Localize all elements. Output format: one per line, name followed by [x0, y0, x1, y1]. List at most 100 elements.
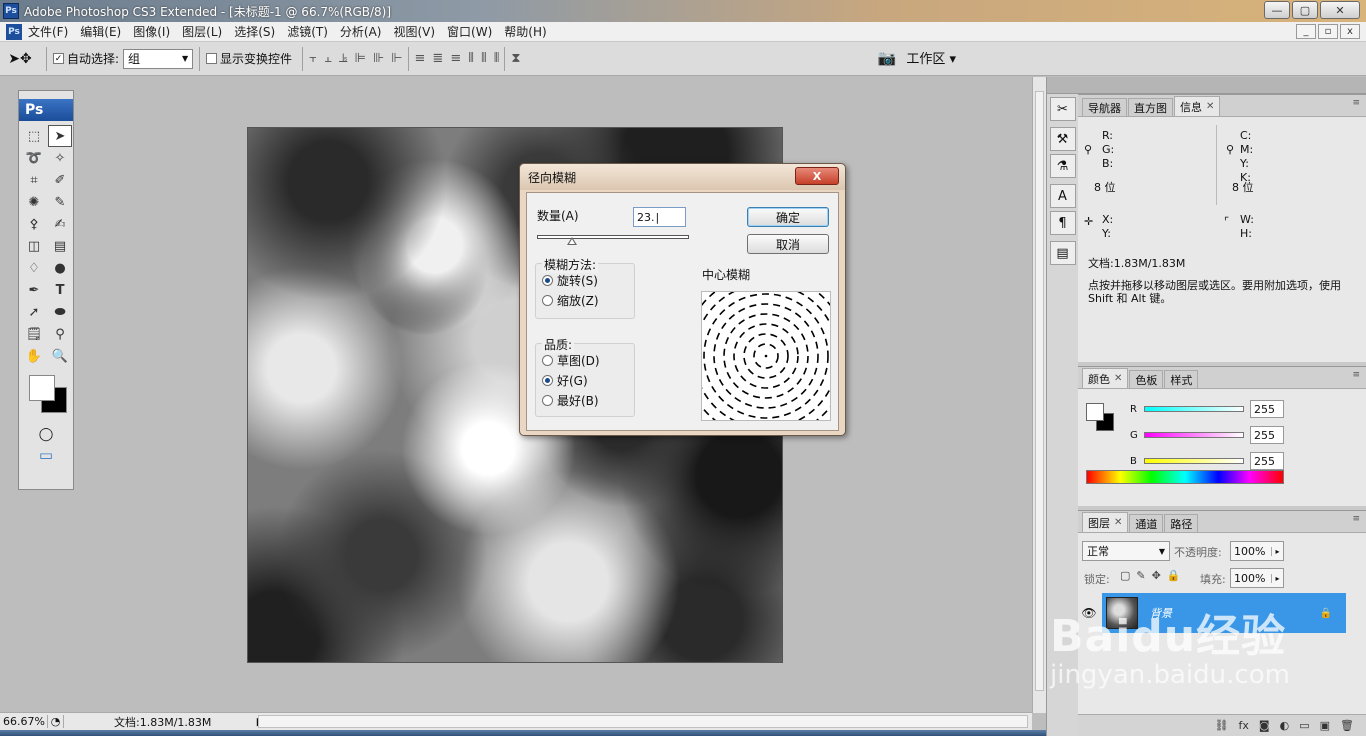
- doc-minimize-button[interactable]: _: [1296, 24, 1316, 39]
- clone-stamp-tool-icon[interactable]: ⚴: [22, 213, 46, 235]
- close-icon[interactable]: ✕: [1114, 373, 1122, 384]
- menu-filter[interactable]: 滤镜(T): [281, 23, 334, 40]
- screen-mode-icon[interactable]: ▭: [19, 446, 73, 464]
- menu-analysis[interactable]: 分析(A): [334, 23, 388, 40]
- path-selection-tool-icon[interactable]: ➚: [22, 301, 46, 323]
- camera-icon[interactable]: 📷: [878, 49, 897, 67]
- chevron-right-icon[interactable]: ▸: [1271, 546, 1283, 556]
- layer-comps-panel-icon[interactable]: ▤: [1049, 241, 1076, 265]
- gradient-tool-icon[interactable]: ▤: [48, 235, 72, 257]
- layer-row-background[interactable]: 👁 背景 🔒: [1078, 593, 1346, 633]
- amount-input[interactable]: 23. |: [633, 207, 686, 227]
- lock-transparent-icon[interactable]: ▢: [1120, 569, 1130, 582]
- amount-slider-thumb[interactable]: [566, 237, 577, 245]
- new-group-icon[interactable]: ▭: [1299, 719, 1309, 732]
- quality-best-radio[interactable]: 最好(B): [536, 390, 634, 410]
- eraser-tool-icon[interactable]: ◫: [22, 235, 46, 257]
- align-left-icon[interactable]: ⊫: [355, 51, 366, 66]
- auto-select-checkbox[interactable]: ✓: [53, 53, 64, 64]
- tab-paths[interactable]: 路径: [1164, 514, 1199, 532]
- workspace-menu[interactable]: 工作区 ▾: [906, 48, 956, 67]
- opacity-input[interactable]: 100% ▸: [1230, 541, 1284, 561]
- distribute-bottom-icon[interactable]: ≡: [450, 51, 461, 66]
- align-top-icon[interactable]: ⫟: [309, 51, 317, 66]
- layer-mask-icon[interactable]: ◙: [1259, 719, 1270, 732]
- g-value-input[interactable]: 255: [1250, 426, 1284, 444]
- panel-menu-icon[interactable]: ≡: [1352, 98, 1360, 108]
- auto-align-icon[interactable]: ⧗: [511, 51, 520, 66]
- doc-close-button[interactable]: x: [1340, 24, 1360, 39]
- menu-help[interactable]: 帮助(H): [498, 23, 552, 40]
- document-menu-icon[interactable]: Ps: [6, 23, 22, 40]
- clone-source-panel-icon[interactable]: ⚗: [1049, 154, 1076, 178]
- panel-menu-icon[interactable]: ≡: [1352, 370, 1360, 380]
- distribute-top-icon[interactable]: ≡: [415, 51, 426, 66]
- menu-window[interactable]: 窗口(W): [441, 23, 498, 40]
- color-spectrum-bar[interactable]: [1086, 470, 1284, 484]
- blur-center-preview[interactable]: [683, 273, 849, 439]
- status-options-icon[interactable]: ◔: [48, 715, 64, 728]
- layer-style-icon[interactable]: fx: [1239, 719, 1249, 732]
- character-panel-icon[interactable]: A: [1049, 184, 1076, 208]
- foreground-color-swatch[interactable]: [29, 375, 55, 401]
- blur-tool-icon[interactable]: ♢: [22, 257, 46, 279]
- adjustment-layer-icon[interactable]: ◐: [1280, 719, 1290, 732]
- trash-icon[interactable]: 🗑: [1340, 719, 1354, 732]
- method-zoom-radio[interactable]: 缩放(Z): [536, 290, 634, 310]
- distribute-right-icon[interactable]: ⦀: [494, 51, 500, 66]
- move-tool-icon[interactable]: ➤: [48, 125, 72, 147]
- dock-collapse-bar[interactable]: [1047, 77, 1078, 94]
- tab-layers[interactable]: 图层 ✕: [1082, 512, 1129, 532]
- fg-swatch[interactable]: [1086, 403, 1104, 421]
- shape-tool-icon[interactable]: ⬬: [48, 301, 72, 323]
- blue-slider[interactable]: [1144, 458, 1244, 464]
- eyedropper-tool-icon[interactable]: ⚲: [48, 323, 72, 345]
- marquee-tool-icon[interactable]: ⬚: [22, 125, 46, 147]
- pen-tool-icon[interactable]: ✒: [22, 279, 46, 301]
- layer-name[interactable]: 背景: [1150, 605, 1172, 621]
- close-button[interactable]: ✕: [1320, 1, 1360, 19]
- hand-tool-icon[interactable]: ✋: [22, 345, 46, 367]
- quality-good-radio[interactable]: 好(G): [536, 370, 634, 390]
- vertical-scrollbar[interactable]: [1032, 77, 1046, 713]
- panel-menu-icon[interactable]: ≡: [1352, 514, 1360, 524]
- tab-color[interactable]: 颜色 ✕: [1082, 368, 1129, 388]
- brush-tool-icon[interactable]: ✎: [48, 191, 72, 213]
- crop-tool-icon[interactable]: ⌗: [22, 169, 46, 191]
- horizontal-scrollbar[interactable]: [258, 715, 1028, 728]
- quality-draft-radio[interactable]: 草图(D): [536, 350, 634, 370]
- tab-navigator[interactable]: 导航器: [1082, 98, 1127, 116]
- red-slider[interactable]: [1144, 406, 1244, 412]
- tab-swatches[interactable]: 色板: [1129, 370, 1164, 388]
- close-icon[interactable]: ✕: [1114, 517, 1122, 528]
- tab-styles[interactable]: 样式: [1164, 370, 1199, 388]
- cancel-button[interactable]: 取消: [747, 234, 829, 254]
- align-hcenter-icon[interactable]: ⊪: [373, 51, 384, 66]
- align-right-icon[interactable]: ⊩: [391, 51, 402, 66]
- lock-image-icon[interactable]: ✎: [1136, 569, 1145, 582]
- magic-wand-tool-icon[interactable]: ✧: [48, 147, 72, 169]
- notes-tool-icon[interactable]: 🗒: [22, 323, 46, 345]
- amount-slider[interactable]: [537, 235, 689, 239]
- move-tool-preset-icon[interactable]: ➤✥: [0, 51, 40, 67]
- maximize-button[interactable]: ▢: [1292, 1, 1318, 19]
- new-layer-icon[interactable]: ▣: [1320, 719, 1330, 732]
- b-value-input[interactable]: 255: [1250, 452, 1284, 470]
- auto-select-dropdown[interactable]: 组 ▼: [123, 48, 194, 69]
- healing-brush-tool-icon[interactable]: ✺: [22, 191, 46, 213]
- menu-file[interactable]: 文件(F): [22, 23, 74, 40]
- slice-tool-icon[interactable]: ✐: [48, 169, 72, 191]
- show-transform-checkbox[interactable]: [206, 53, 218, 64]
- blend-mode-dropdown[interactable]: 正常 ▼: [1082, 541, 1170, 561]
- close-icon[interactable]: ✕: [1206, 101, 1214, 112]
- tab-info[interactable]: 信息 ✕: [1174, 96, 1221, 116]
- dialog-close-button[interactable]: X: [795, 167, 839, 185]
- dock-header[interactable]: [1078, 77, 1366, 94]
- brushes-panel-icon[interactable]: ⚒: [1049, 127, 1076, 151]
- menu-select[interactable]: 选择(S): [228, 23, 281, 40]
- toolbox-header[interactable]: Ps: [19, 99, 73, 121]
- distribute-hcenter-icon[interactable]: ⦀: [481, 51, 487, 66]
- method-spin-radio[interactable]: 旋转(S): [536, 270, 634, 290]
- fill-input[interactable]: 100% ▸: [1230, 568, 1284, 588]
- distribute-left-icon[interactable]: ⦀: [468, 51, 474, 66]
